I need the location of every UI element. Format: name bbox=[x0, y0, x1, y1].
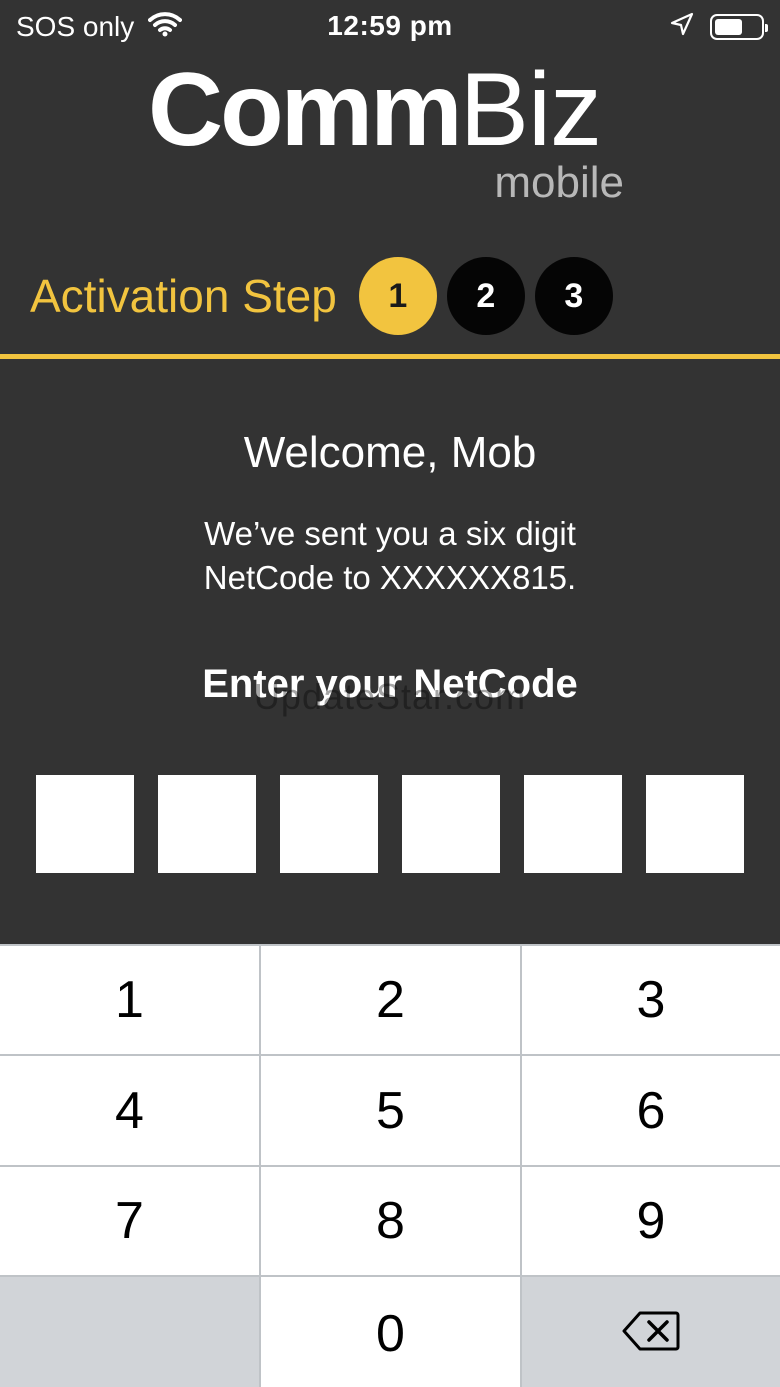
backspace-icon bbox=[622, 1304, 680, 1364]
wifi-icon bbox=[148, 11, 183, 44]
netcode-digit-2[interactable] bbox=[158, 775, 256, 873]
step-1-badge: 1 bbox=[358, 257, 437, 335]
status-left: SOS only bbox=[16, 11, 183, 44]
netcode-digit-3[interactable] bbox=[280, 775, 378, 873]
key-6[interactable]: 6 bbox=[522, 1056, 780, 1165]
status-right bbox=[670, 11, 768, 43]
step-2-badge: 2 bbox=[446, 257, 525, 335]
key-8[interactable]: 8 bbox=[261, 1167, 520, 1275]
activation-step-indicator: Activation Step 1 2 3 bbox=[30, 257, 623, 335]
key-4[interactable]: 4 bbox=[0, 1056, 259, 1165]
accent-divider bbox=[0, 354, 780, 359]
key-5[interactable]: 5 bbox=[261, 1056, 520, 1165]
netcode-input-row bbox=[36, 775, 744, 873]
key-blank bbox=[0, 1277, 259, 1387]
netcode-digit-1[interactable] bbox=[36, 775, 134, 873]
carrier-label: SOS only bbox=[16, 11, 135, 42]
watermark: UpdateStar.com bbox=[253, 676, 527, 717]
key-0[interactable]: 0 bbox=[261, 1277, 520, 1387]
battery-icon bbox=[710, 14, 768, 40]
key-2[interactable]: 2 bbox=[261, 946, 520, 1054]
key-7[interactable]: 7 bbox=[0, 1167, 259, 1275]
logo-subtitle: mobile bbox=[494, 158, 624, 207]
welcome-heading: Welcome, Mob bbox=[243, 428, 537, 477]
netcode-digit-4[interactable] bbox=[402, 775, 500, 873]
step-3-badge: 3 bbox=[534, 257, 613, 335]
netcode-digit-5[interactable] bbox=[524, 775, 622, 873]
backspace-key[interactable] bbox=[522, 1277, 780, 1387]
activation-step-label: Activation Step bbox=[30, 270, 337, 322]
netcode-sent-message: We’ve sent you a six digit NetCode to XX… bbox=[203, 515, 577, 596]
key-9[interactable]: 9 bbox=[522, 1167, 780, 1275]
key-3[interactable]: 3 bbox=[522, 946, 780, 1054]
app-logo: CommBiz mobile bbox=[148, 58, 628, 208]
netcode-digit-6[interactable] bbox=[646, 775, 744, 873]
logo-comm: Comm bbox=[148, 52, 463, 168]
status-bar: SOS only bbox=[0, 0, 780, 54]
logo-wordmark: CommBiz bbox=[148, 58, 602, 162]
logo-biz: Biz bbox=[459, 52, 602, 168]
key-1[interactable]: 1 bbox=[0, 946, 259, 1054]
numeric-keypad: 1 2 3 4 5 6 7 8 9 0 bbox=[0, 944, 780, 1387]
location-arrow-icon bbox=[670, 11, 694, 43]
